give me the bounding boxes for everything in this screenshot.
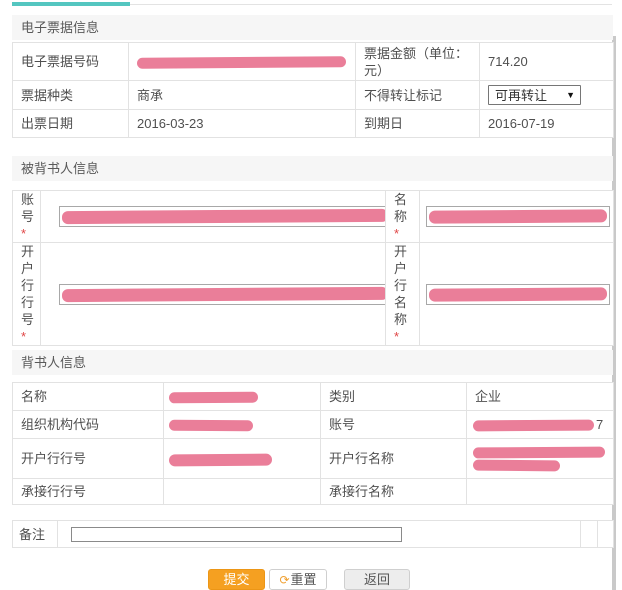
active-tab-underline [12, 2, 130, 6]
required-mark: * [21, 329, 26, 344]
redaction-mark [429, 287, 607, 301]
endorser-bank-name-value [467, 439, 614, 479]
bill-type-label: 票据种类 [13, 81, 129, 110]
due-date-label: 到期日 [356, 110, 480, 138]
bill-info-table: 电子票据号码 票据金额（单位：元） 714.20 票据种类 商承 不得转让标记 … [12, 42, 614, 138]
endorsee-bank-number-input[interactable] [59, 284, 386, 305]
remark-input[interactable] [71, 527, 402, 542]
redaction-mark [62, 209, 386, 224]
required-mark: * [21, 226, 26, 241]
remark-table: 备注 [12, 520, 614, 548]
endorser-bank-name-label: 开户行名称 [321, 439, 467, 479]
redaction-mark [169, 392, 258, 404]
required-mark: * [394, 226, 399, 241]
accepting-bank-name-label: 承接行名称 [321, 479, 467, 505]
redaction-mark [473, 420, 594, 432]
transfer-flag-label: 不得转让标记 [356, 81, 480, 110]
redaction-mark [473, 459, 560, 471]
redaction-mark [137, 56, 346, 68]
endorsee-account-label: 账号* [13, 191, 41, 243]
endorser-bank-number-value [164, 439, 321, 479]
accepting-bank-number-label: 承接行行号 [13, 479, 164, 505]
remark-spacer-cell [581, 521, 598, 548]
section-title-bill-info: 电子票据信息 [12, 15, 613, 40]
endorser-account-value: 7 [467, 411, 614, 439]
endorser-bank-number-label: 开户行行号 [13, 439, 164, 479]
transfer-flag-selected-option: 可再转让 [495, 87, 547, 104]
redaction-mark [169, 420, 253, 432]
redaction-mark [429, 209, 607, 223]
redaction-mark [169, 453, 272, 466]
endorser-name-label: 名称 [13, 383, 164, 411]
redaction-mark [62, 286, 386, 301]
section-title-endorsee-info: 被背书人信息 [12, 156, 613, 181]
redaction-mark [473, 446, 605, 458]
endorsee-name-input[interactable] [426, 206, 610, 227]
back-button[interactable]: 返回 [344, 569, 410, 590]
endorsee-bank-name-input[interactable] [426, 284, 610, 305]
accepting-bank-number-value [164, 479, 321, 505]
endorsee-info-table: 账号* 名称* 开户行行号* 开户行名称* [12, 190, 614, 346]
bill-number-value [129, 43, 356, 81]
endorsee-bank-number-label: 开户行行号* [13, 243, 41, 346]
section-title-endorser-info: 背书人信息 [12, 350, 613, 375]
endorser-name-value [164, 383, 321, 411]
endorser-account-label: 账号 [321, 411, 467, 439]
accepting-bank-name-value [467, 479, 614, 505]
chevron-down-icon: ▼ [566, 87, 575, 104]
issue-date-value: 2016-03-23 [129, 110, 356, 138]
remark-label: 备注 [13, 521, 58, 548]
transfer-flag-select[interactable]: 可再转让 ▼ [488, 85, 581, 105]
bill-number-label: 电子票据号码 [13, 43, 129, 81]
endorsee-name-label: 名称* [386, 191, 420, 243]
bill-amount-value: 714.20 [480, 43, 614, 81]
bill-type-value: 商承 [129, 81, 356, 110]
reset-button[interactable]: ⟳重置 [269, 569, 327, 590]
endorser-org-code-label: 组织机构代码 [13, 411, 164, 439]
submit-button[interactable]: 提交 [208, 569, 265, 590]
endorser-org-code-value [164, 411, 321, 439]
reset-button-label: 重置 [291, 572, 317, 587]
remark-spacer-cell [598, 521, 614, 548]
endorsee-account-input[interactable] [59, 206, 386, 227]
bill-amount-label: 票据金额（单位：元） [356, 43, 480, 81]
endorsee-bank-name-label: 开户行名称* [386, 243, 420, 346]
issue-date-label: 出票日期 [13, 110, 129, 138]
required-mark: * [394, 329, 399, 344]
due-date-value: 2016-07-19 [480, 110, 614, 138]
endorser-category-label: 类别 [321, 383, 467, 411]
endorser-info-table: 名称 类别 企业 组织机构代码 账号 7 开户行行号 开户行名称 承接行行号 [12, 382, 614, 505]
reset-icon: ⟳ [279, 573, 289, 587]
endorser-category-value: 企业 [467, 383, 614, 411]
endorser-account-visible-digit: 7 [596, 417, 603, 432]
